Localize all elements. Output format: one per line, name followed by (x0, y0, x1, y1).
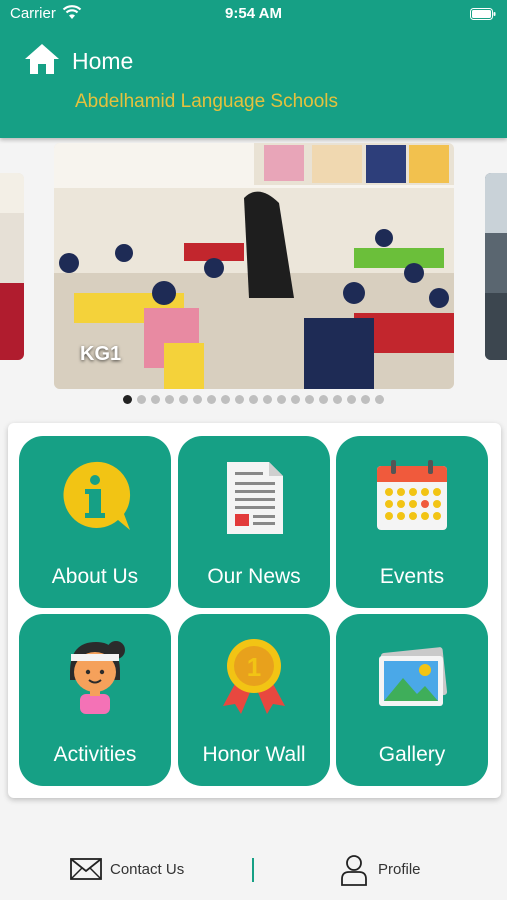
carousel-dot[interactable] (193, 395, 202, 404)
carousel-dot[interactable] (137, 395, 146, 404)
carousel-current-slide[interactable]: KG1 (54, 143, 454, 389)
bottom-divider (252, 858, 254, 882)
medal-icon: 1 (223, 639, 285, 714)
tile-label: About Us (51, 565, 139, 588)
gallery-tile[interactable]: Gallery (336, 614, 488, 786)
carousel-dot[interactable] (347, 395, 356, 404)
carousel-pagination[interactable] (0, 395, 507, 409)
menu-grid: About Us Our News Events Activities 1 Ho… (8, 423, 501, 798)
our-news-tile[interactable]: Our News (178, 436, 330, 608)
carousel-dot[interactable] (277, 395, 286, 404)
carousel-dot[interactable] (207, 395, 216, 404)
carousel-dot[interactable] (375, 395, 384, 404)
contact-us-label: Contact Us (110, 861, 185, 878)
mail-icon (70, 858, 102, 880)
carousel-next-slide[interactable] (485, 173, 507, 360)
status-bar: Carrier 9:54 AM (0, 0, 507, 28)
profile-button[interactable]: Profile (336, 852, 446, 888)
app-header: Carrier 9:54 AM Home Abdelhamid Language… (0, 0, 507, 138)
carousel-dot[interactable] (151, 395, 160, 404)
newspaper-icon (227, 462, 283, 534)
carousel-dot[interactable] (235, 395, 244, 404)
carousel-dot[interactable] (165, 395, 174, 404)
tile-label: Gallery (378, 743, 446, 766)
carousel-prev-slide[interactable] (0, 173, 24, 360)
info-bubble-icon (63, 461, 131, 530)
tile-label: Our News (207, 565, 301, 588)
tile-label: Honor Wall (202, 743, 306, 766)
profile-label: Profile (378, 861, 421, 878)
about-us-tile[interactable]: About Us (19, 436, 171, 608)
school-name: Abdelhamid Language Schools (75, 91, 339, 112)
svg-text:1: 1 (247, 652, 261, 682)
bottom-bar: Contact Us Profile (0, 830, 507, 900)
contact-us-button[interactable]: Contact Us (64, 854, 224, 886)
page-title: Home (72, 48, 134, 74)
carousel-dot[interactable] (305, 395, 314, 404)
child-avatar-icon (70, 641, 125, 714)
carousel-dot[interactable] (249, 395, 258, 404)
carousel-dot[interactable] (291, 395, 300, 404)
slide-caption: KG1 (80, 343, 122, 365)
carousel-dot[interactable] (333, 395, 342, 404)
person-icon (341, 855, 367, 886)
carousel-dot[interactable] (179, 395, 188, 404)
battery-icon (470, 8, 496, 20)
home-icon[interactable] (24, 43, 60, 75)
carousel-dot[interactable] (263, 395, 272, 404)
events-tile[interactable]: Events (336, 436, 488, 608)
photo-gallery-icon (379, 647, 448, 706)
activities-tile[interactable]: Activities (19, 614, 171, 786)
tile-label: Activities (53, 743, 137, 766)
carousel-dot[interactable] (361, 395, 370, 404)
carousel-dot[interactable] (319, 395, 328, 404)
status-time: 9:54 AM (225, 5, 282, 22)
tile-label: Events (379, 565, 445, 588)
carousel-dot[interactable] (123, 395, 132, 404)
calendar-icon (377, 460, 447, 530)
image-carousel[interactable]: KG1 (0, 143, 507, 391)
carousel-dot[interactable] (221, 395, 230, 404)
honor-wall-tile[interactable]: 1 Honor Wall (178, 614, 330, 786)
